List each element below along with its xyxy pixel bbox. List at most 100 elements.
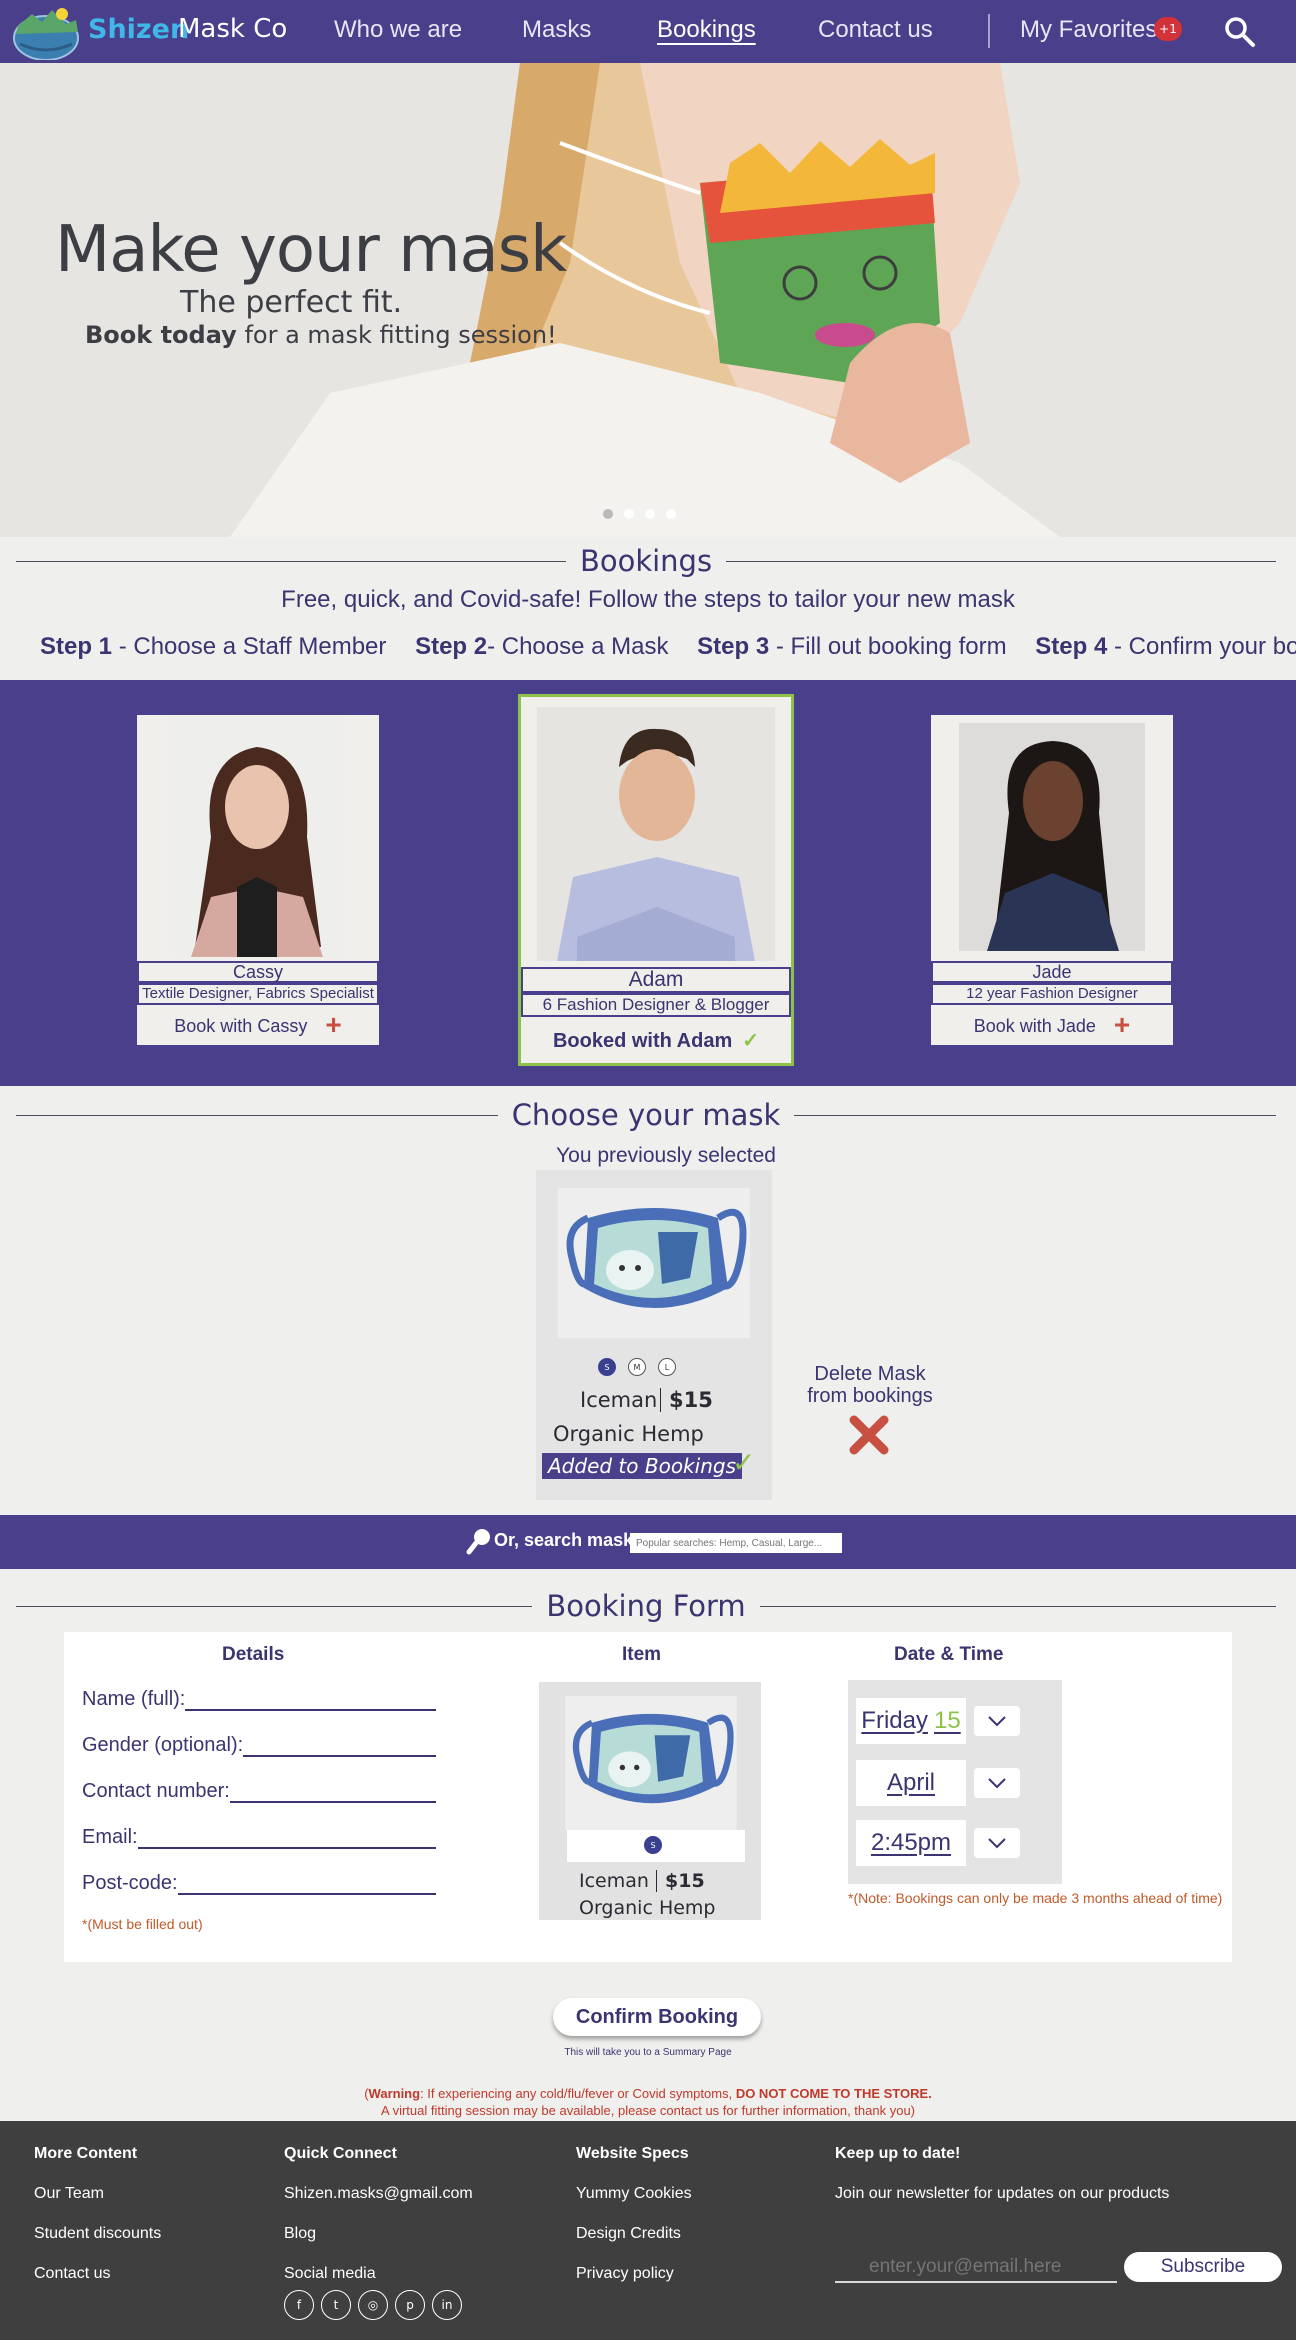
booking-steps: Step 1 - Choose a Staff Member Step 2- C… [40,633,1296,661]
logo-globe-icon[interactable] [8,4,84,60]
footer-link-student-discounts[interactable]: Student discounts [34,2225,161,2243]
day-chevron-down-icon[interactable] [974,1706,1020,1736]
divider-line [726,560,1277,562]
mask-price: $15 [660,1388,713,1412]
email-input[interactable] [137,1827,436,1849]
post-code-field[interactable]: Post-code: [82,1872,436,1895]
staff-selection-band: Cassy Textile Designer, Fabrics Speciali… [0,680,1296,1086]
time-chevron-down-icon[interactable] [974,1828,1020,1858]
booked-with-adam-label: Booked with Adam [552,1030,733,1052]
name-field[interactable]: Name (full): [82,1688,436,1711]
top-nav: Shizen Mask Co Who we are Masks Bookings… [0,0,1296,63]
divider-line [16,1114,498,1116]
footer-link-contact-us[interactable]: Contact us [34,2265,110,2283]
mask-name: Iceman [580,1388,658,1412]
footer-link-our-team[interactable]: Our Team [34,2185,104,2203]
step-2: Step 2- Choose a Mask [415,633,669,660]
linkedin-icon[interactable]: in [432,2290,462,2320]
gender-input[interactable] [243,1735,436,1757]
item-size-strip: S [567,1830,745,1862]
magnifier-icon [466,1529,490,1555]
step-4: Step 4 - Confirm your booking [1035,633,1296,660]
nav-link-bookings[interactable]: Bookings [657,16,756,44]
contact-number-field[interactable]: Contact number: [82,1780,436,1803]
footer-link-email[interactable]: Shizen.masks@gmail.com [284,2185,473,2203]
time-select[interactable]: 2:45pm [856,1820,966,1866]
book-with-jade-label: Book with Jade [973,1016,1096,1036]
plus-icon: + [1113,1009,1131,1040]
warning-label: Warning [368,2086,421,2101]
post-code-field-label: Post-code: [82,1872,178,1894]
subscribe-button[interactable]: Subscribe [1124,2252,1282,2282]
mask-material: Organic Hemp [553,1422,704,1446]
bookings-section-header: Bookings [16,544,1277,578]
nav-link-contact-us[interactable]: Contact us [818,16,933,44]
search-masks-input[interactable] [630,1533,842,1553]
time-value: 2:45pm [870,1829,952,1856]
mask-section-heading: Choose your mask [511,1098,781,1132]
staff-name-cassy: Cassy [137,961,379,983]
newsletter-email-input[interactable] [835,2253,1117,2283]
warning-emphasis: DO NOT COME TO THE STORE. [735,2086,932,2101]
twitter-icon[interactable]: t [321,2290,351,2320]
name-input[interactable] [185,1689,436,1711]
nav-link-favorites[interactable]: My Favorites [1020,16,1157,44]
selected-mask-card[interactable]: S M L Iceman $15 Organic Hemp Added to B… [536,1170,772,1500]
name-field-label: Name (full): [82,1688,186,1710]
contact-number-input[interactable] [229,1781,436,1803]
carousel-dot[interactable] [666,509,676,519]
nav-link-masks[interactable]: Masks [522,16,591,44]
step-3: Step 3 - Fill out booking form [697,633,1007,660]
carousel-dots [603,509,676,519]
gender-field[interactable]: Gender (optional): [82,1734,436,1757]
hero-banner: Make your mask The perfect fit. Book tod… [0,63,1296,537]
date-time-heading: Date & Time [894,1644,1004,1665]
mask-search-band: Or, search masks [0,1515,1296,1569]
staff-card-jade: Jade 12 year Fashion Designer Book with … [929,713,1175,1047]
booking-form-heading: Booking Form [546,1589,746,1623]
size-s-option[interactable]: S [598,1358,616,1376]
book-with-jade-button[interactable]: Book with Jade + [931,1007,1173,1045]
post-code-input[interactable] [177,1873,436,1895]
carousel-dot[interactable] [624,509,634,519]
email-field-label: Email: [82,1826,138,1848]
hero-subtitle: The perfect fit. [180,285,403,320]
size-l-option[interactable]: L [658,1358,676,1376]
nav-link-who-we-are[interactable]: Who we are [334,16,462,44]
carousel-dot[interactable] [603,509,613,519]
gender-field-label: Gender (optional): [82,1734,244,1756]
brand-tagline[interactable]: Mask Co [178,14,287,44]
instagram-icon[interactable]: ◎ [358,2290,388,2320]
month-chevron-down-icon[interactable] [974,1768,1020,1798]
covid-warning: (Warning: If experiencing any cold/flu/f… [0,2085,1296,2119]
confirm-booking-button[interactable]: Confirm Booking [553,1998,761,2036]
day-select[interactable]: Friday 15 [856,1698,966,1744]
footer-link-social-media[interactable]: Social media [284,2265,376,2283]
email-field[interactable]: Email: [82,1826,436,1849]
staff-card-adam: Adam 6 Fashion Designer & Blogger Booked… [518,694,794,1066]
staff-role-adam: 6 Fashion Designer & Blogger [521,993,791,1017]
book-with-cassy-button[interactable]: Book with Cassy + [137,1007,379,1045]
search-masks-label: Or, search masks [494,1530,644,1550]
month-select[interactable]: April [856,1760,966,1806]
carousel-dot[interactable] [645,509,655,519]
date-time-picker: Friday 15 April 2:45pm [848,1680,1062,1884]
step-1: Step 1 - Choose a Staff Member [40,633,387,660]
brand-name[interactable]: Shizen [88,14,189,45]
footer-link-yummy-cookies[interactable]: Yummy Cookies [576,2185,692,2203]
pinterest-icon[interactable]: p [395,2290,425,2320]
booked-with-adam-button[interactable]: Booked with Adam ✓ [521,1021,791,1063]
delete-mask-close-icon[interactable] [846,1412,892,1458]
size-m-option[interactable]: M [628,1358,646,1376]
facebook-icon[interactable]: f [284,2290,314,2320]
footer-link-privacy-policy[interactable]: Privacy policy [576,2265,674,2283]
footer-link-design-credits[interactable]: Design Credits [576,2225,681,2243]
newsletter-text: Join our newsletter for updates on our p… [835,2185,1170,2202]
divider-line [759,1605,1277,1607]
check-icon: ✓ [742,1030,760,1052]
social-icons: f t ◎ p in [284,2290,462,2320]
footer-more-heading: More Content [34,2145,138,2162]
booking-item-card: S Iceman $15 Organic Hemp [539,1682,761,1920]
search-icon[interactable] [1224,16,1256,48]
footer-link-blog[interactable]: Blog [284,2225,316,2243]
